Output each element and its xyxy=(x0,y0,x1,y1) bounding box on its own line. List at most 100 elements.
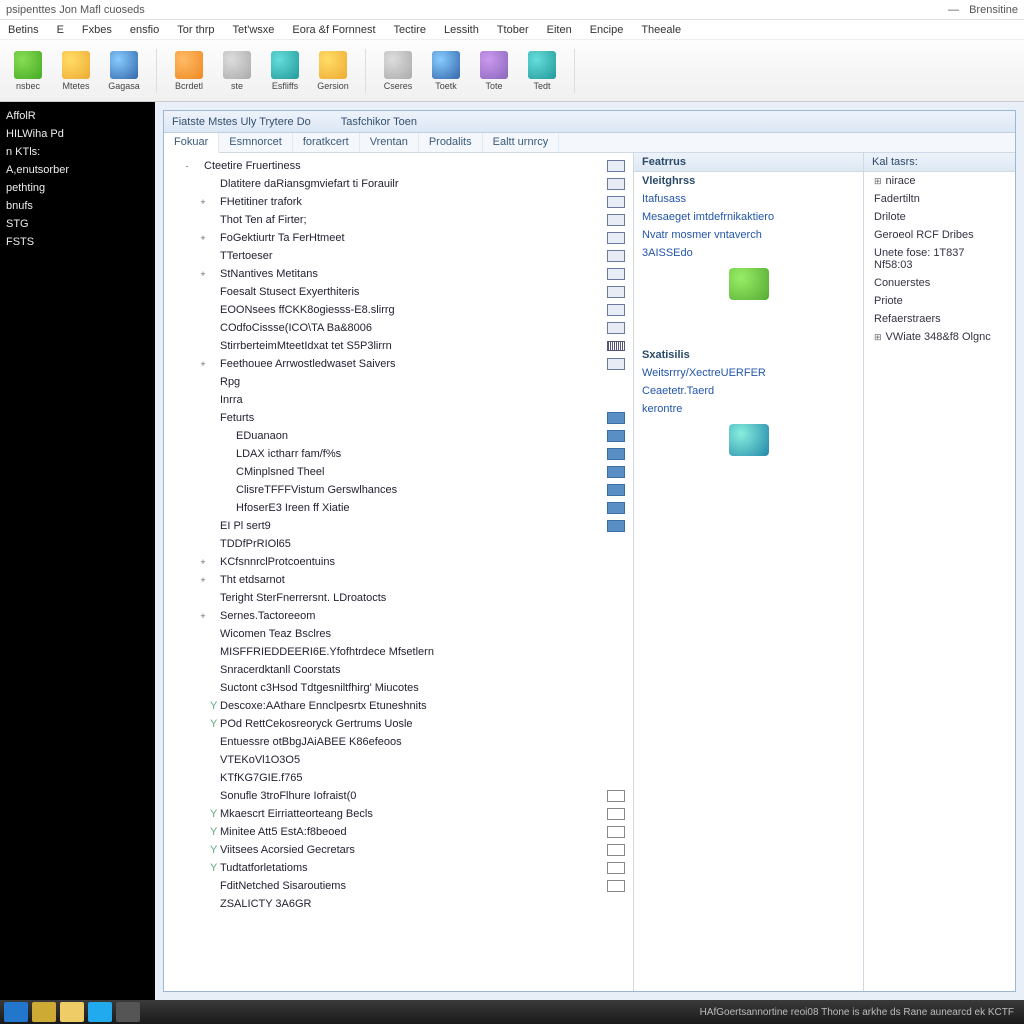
tree-row[interactable]: EDuanaon xyxy=(164,427,633,445)
mid-link[interactable]: Nvatr mosmer vntaverch xyxy=(634,226,863,244)
tree-row[interactable]: Thot Ten af Firter; xyxy=(164,211,633,229)
tree-row[interactable]: YMinitee Att5 EstA:f8beoed xyxy=(164,823,633,841)
tree-panel[interactable]: -Cteetire FruertinessDlatitere daRiansgm… xyxy=(164,153,634,991)
expand-icon[interactable]: + xyxy=(196,269,210,279)
tree-row[interactable]: Snracerdktanll Coorstats xyxy=(164,661,633,679)
nav-item-2[interactable]: n KTls: xyxy=(6,146,149,158)
toolbar-Tote[interactable]: Tote xyxy=(472,49,516,93)
toolbar-nsbec[interactable]: nsbec xyxy=(6,49,50,93)
menu-11[interactable]: Encipe xyxy=(590,24,624,36)
expand-icon[interactable]: + xyxy=(196,359,210,369)
tree-row[interactable]: TDDfPrRIOl65 xyxy=(164,535,633,553)
menu-12[interactable]: Theeale xyxy=(641,24,681,36)
subtab-5[interactable]: Ealtt urnrcy xyxy=(483,133,560,152)
expand-icon[interactable]: + xyxy=(196,611,210,621)
task-icon-3[interactable] xyxy=(88,1002,112,1022)
menu-3[interactable]: ensfio xyxy=(130,24,159,36)
tree-row[interactable]: Teright SterFnerrersnt. LDroatocts xyxy=(164,589,633,607)
expand-icon[interactable]: - xyxy=(180,161,194,171)
right-item[interactable]: Priote xyxy=(864,292,1015,310)
tree-row[interactable]: Suctont c3Hsod Tdtgesniltfhirg' Miucotes xyxy=(164,679,633,697)
mid-link[interactable]: Mesaeget imtdefrnikaktiero xyxy=(634,208,863,226)
tree-row[interactable]: Inrra xyxy=(164,391,633,409)
nav-item-4[interactable]: pethting xyxy=(6,182,149,194)
right-item[interactable]: Drilote xyxy=(864,208,1015,226)
menu-9[interactable]: Ttober xyxy=(497,24,529,36)
expand-icon[interactable]: + xyxy=(196,233,210,243)
toolbar-Toetk[interactable]: Toetk xyxy=(424,49,468,93)
subtab-1[interactable]: Esmnorcet xyxy=(219,133,293,152)
tree-row[interactable]: CMinplsned Theel xyxy=(164,463,633,481)
right-item[interactable]: Unete fose: 1T837 Nf58:03 xyxy=(864,244,1015,274)
task-icon-2[interactable] xyxy=(60,1002,84,1022)
tree-row[interactable]: COdfoCissse(ICO\TA Ba&8006 xyxy=(164,319,633,337)
tree-row[interactable]: FditNetched Sisaroutiems xyxy=(164,877,633,895)
menu-10[interactable]: Eiten xyxy=(547,24,572,36)
subtab-0[interactable]: Fokuar xyxy=(164,133,219,153)
menu-7[interactable]: Tectire xyxy=(394,24,426,36)
right-item[interactable]: Fadertiltn xyxy=(864,190,1015,208)
task-icon-4[interactable] xyxy=(116,1002,140,1022)
mid-link[interactable]: Ceaetetr.Taerd xyxy=(634,382,863,400)
nav-item-1[interactable]: HILWiha Pd xyxy=(6,128,149,140)
tree-row[interactable]: TTertoeser xyxy=(164,247,633,265)
toolbar-Gersion[interactable]: Gersion xyxy=(311,49,355,93)
toolbar-Mtetes[interactable]: Mtetes xyxy=(54,49,98,93)
tree-row[interactable]: YPOd RettCekosreoryck Gertrums Uosle xyxy=(164,715,633,733)
tree-row[interactable]: LDAX ictharr fam/f%s xyxy=(164,445,633,463)
tree-row[interactable]: ClisreTFFFVistum Gerswlhances xyxy=(164,481,633,499)
tree-row[interactable]: Dlatitere daRiansgmviefart ti Forauilr xyxy=(164,175,633,193)
tree-row[interactable]: Foesalt Stusect Exyerthiteris xyxy=(164,283,633,301)
nav-item-0[interactable]: AffolR xyxy=(6,110,149,122)
nav-item-5[interactable]: bnufs xyxy=(6,200,149,212)
toolbar-Cseres[interactable]: Cseres xyxy=(376,49,420,93)
right-item[interactable]: Refaerstraers xyxy=(864,310,1015,328)
right-item[interactable]: ⊞nirace xyxy=(864,172,1015,190)
tree-row[interactable]: +Sernes.Tactoreeom xyxy=(164,607,633,625)
tree-row[interactable]: Entuessre otBbgJAiABEE K86efeoos xyxy=(164,733,633,751)
tree-row[interactable]: KTfKG7GIE.f765 xyxy=(164,769,633,787)
toolbar-Gagasa[interactable]: Gagasa xyxy=(102,49,146,93)
tree-row[interactable]: -Cteetire Fruertiness xyxy=(164,157,633,175)
right-item[interactable]: ⊞VWiate 348&f8 Olgnc xyxy=(864,328,1015,346)
tree-row[interactable]: YViitsees Acorsied Gecretars xyxy=(164,841,633,859)
nav-item-3[interactable]: A,enutsorber xyxy=(6,164,149,176)
tree-row[interactable]: YDescoxe:AAthare Ennclpesrtx Etuneshnits xyxy=(164,697,633,715)
right-item[interactable]: Conuerstes xyxy=(864,274,1015,292)
expand-icon[interactable]: + xyxy=(196,575,210,585)
menu-2[interactable]: Fxbes xyxy=(82,24,112,36)
mid-link[interactable]: Itafusass xyxy=(634,190,863,208)
tree-row[interactable]: +Tht etdsarnot xyxy=(164,571,633,589)
minimize-icon[interactable]: — xyxy=(948,4,959,16)
expand-icon[interactable]: + xyxy=(196,557,210,567)
menu-5[interactable]: Tet'wsxe xyxy=(233,24,275,36)
nav-item-7[interactable]: FSTS xyxy=(6,236,149,248)
tree-row[interactable]: +StNantives Metitans xyxy=(164,265,633,283)
tree-row[interactable]: +FHetitiner trafork xyxy=(164,193,633,211)
tree-row[interactable]: StirrberteimMteetIdxat tet S5P3lirrn xyxy=(164,337,633,355)
subtab-3[interactable]: Vrentan xyxy=(360,133,419,152)
right-item[interactable]: Geroeol RCF Dribes xyxy=(864,226,1015,244)
subtab-2[interactable]: foratkcert xyxy=(293,133,360,152)
tree-row[interactable]: Wicomen Teaz Bsclres xyxy=(164,625,633,643)
expand-icon[interactable]: ⊞ xyxy=(874,332,882,342)
task-icon-1[interactable] xyxy=(32,1002,56,1022)
tree-row[interactable]: HfoserE3 Ireen ff Xiatie xyxy=(164,499,633,517)
tree-row[interactable]: ZSALICTY 3A6GR xyxy=(164,895,633,913)
tree-row[interactable]: YMkaescrt Eirriatteorteang Becls xyxy=(164,805,633,823)
menu-0[interactable]: Betins xyxy=(8,24,39,36)
toolbar-ste[interactable]: ste xyxy=(215,49,259,93)
menu-4[interactable]: Tor thrp xyxy=(177,24,214,36)
tree-row[interactable]: Rpg xyxy=(164,373,633,391)
tree-row[interactable]: MISFFRIEDDEERI6E.Yfofhtrdece Mfsetlern xyxy=(164,643,633,661)
tree-row[interactable]: Feturts xyxy=(164,409,633,427)
tree-row[interactable]: YTudtatforletatioms xyxy=(164,859,633,877)
tree-row[interactable]: +FoGektiurtr Ta FerHtmeet xyxy=(164,229,633,247)
tree-row[interactable]: EI Pl sert9 xyxy=(164,517,633,535)
nav-item-6[interactable]: STG xyxy=(6,218,149,230)
tree-row[interactable]: EOONsees ffCKK8ogiesss-E8.slirrg xyxy=(164,301,633,319)
tree-row[interactable]: VTEKoVl1O3O5 xyxy=(164,751,633,769)
start-button[interactable] xyxy=(4,1002,28,1022)
tree-row[interactable]: +Feethouee Arrwostledwaset Saivers xyxy=(164,355,633,373)
menu-8[interactable]: Lessith xyxy=(444,24,479,36)
